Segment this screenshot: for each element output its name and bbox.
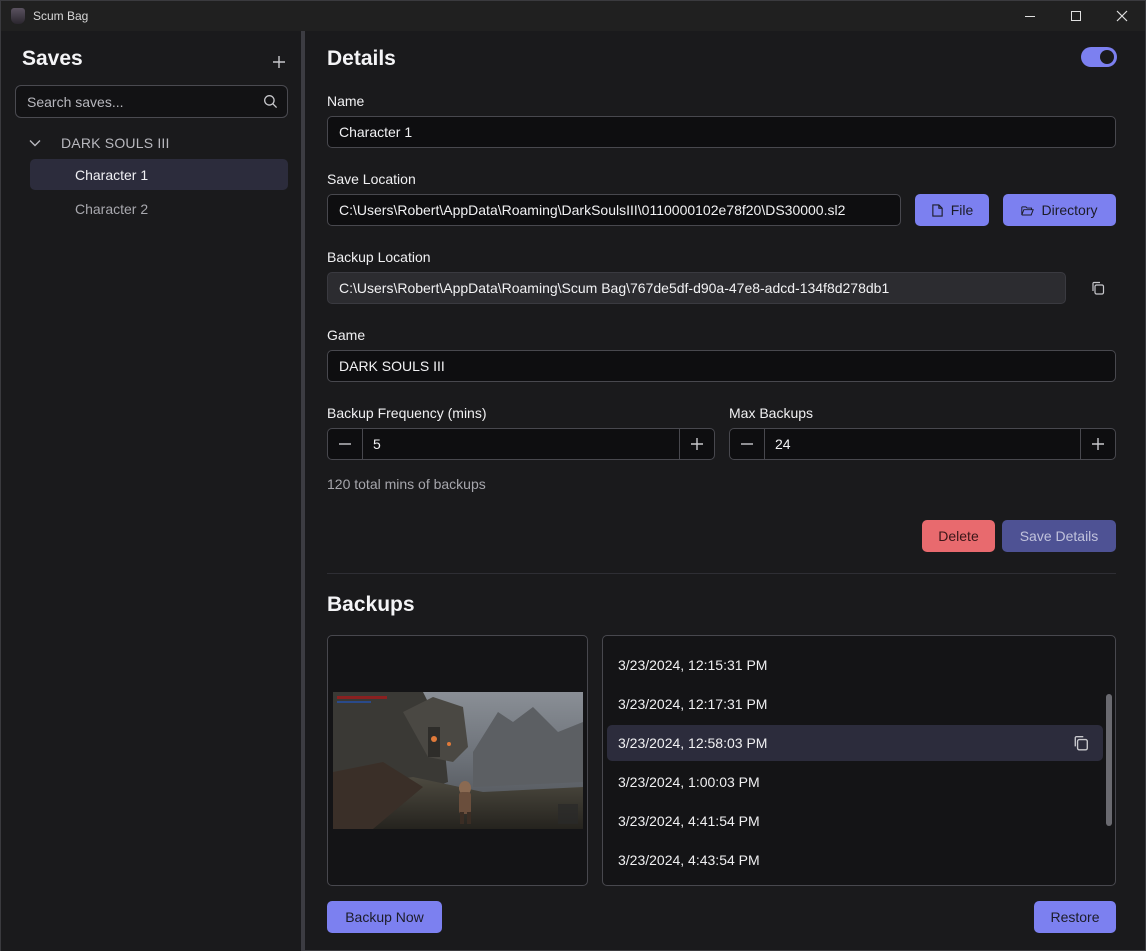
maximize-button[interactable] [1053,1,1099,31]
backup-list-item[interactable]: 3/23/2024, 4:41:54 PM [607,803,1103,839]
backup-list-item[interactable]: 3/23/2024, 12:15:31 PM [607,647,1103,683]
save-details-button[interactable]: Save Details [1002,520,1116,552]
backup-list-item-label: 3/23/2024, 4:41:54 PM [618,813,760,829]
max-backups-increment-button[interactable] [1080,429,1115,459]
tree-game-label: DARK SOULS III [61,135,170,151]
search-input[interactable] [16,86,256,117]
backup-list-item-label: 3/23/2024, 4:43:54 PM [618,852,760,868]
max-backups-stepper: 24 [729,428,1116,460]
save-location-input[interactable]: C:\Users\Robert\AppData\Roaming\DarkSoul… [327,194,901,226]
backup-list-scrollbar[interactable] [1106,694,1112,826]
delete-button[interactable]: Delete [922,520,995,552]
name-label: Name [327,93,365,109]
backup-frequency-input[interactable]: 5 [363,429,679,459]
app-logo-icon [11,8,25,24]
copy-icon[interactable] [1073,735,1089,751]
minimize-button[interactable] [1007,1,1053,31]
file-icon [932,203,943,217]
backups-title: Backups [327,593,415,616]
restore-button[interactable]: Restore [1034,901,1116,933]
sidebar: Saves DARK SOULS III Character 1 Charact… [1,31,301,951]
toggle-knob [1100,50,1114,64]
close-icon [1116,10,1128,22]
search-box [15,85,288,118]
search-icon[interactable] [263,94,278,109]
name-input[interactable]: Character 1 [327,116,1116,148]
file-button[interactable]: File [915,194,989,226]
game-label: Game [327,327,366,343]
add-save-button[interactable] [268,51,290,73]
sidebar-item-character-2[interactable]: Character 2 [30,193,288,224]
window-title: Scum Bag [33,9,89,23]
minus-icon [339,443,351,445]
copy-backup-location-button[interactable] [1088,278,1108,298]
copy-icon [1092,281,1105,295]
close-button[interactable] [1099,1,1145,31]
backup-frequency-stepper: 5 [327,428,715,460]
backup-list-item[interactable]: 3/23/2024, 4:43:54 PM [607,842,1103,878]
title-bar: Scum Bag [1,1,1145,31]
directory-button-label: Directory [1041,202,1098,218]
backup-list-item-selected[interactable]: 3/23/2024, 12:58:03 PM [607,725,1103,761]
backup-list-item[interactable]: 3/23/2024, 1:00:03 PM [607,764,1103,800]
backup-list-item-label: 3/23/2024, 12:15:31 PM [618,657,768,673]
game-input[interactable]: DARK SOULS III [327,350,1116,382]
plus-icon [1092,438,1104,450]
frequency-decrement-button[interactable] [328,429,363,459]
minimize-icon [1025,15,1035,17]
folder-open-icon [1021,205,1035,215]
backup-list-item-label: 3/23/2024, 1:00:03 PM [618,774,760,790]
max-backups-input[interactable]: 24 [765,429,1080,459]
sidebar-title: Saves [22,47,83,70]
chevron-down-icon[interactable] [29,139,41,147]
backup-list-item-label: 3/23/2024, 12:17:31 PM [618,696,768,712]
plus-icon [273,56,285,68]
backup-location-label: Backup Location [327,249,431,265]
backup-list[interactable]: 3/23/2024, 12:15:31 PM 3/23/2024, 12:17:… [602,635,1116,886]
details-toggle[interactable] [1081,47,1117,67]
game-screenshot-image [333,692,583,829]
main-panel: Details Name Character 1 Save Location C… [305,31,1145,951]
details-title: Details [327,47,396,70]
minus-icon [741,443,753,445]
backup-frequency-label: Backup Frequency (mins) [327,405,487,421]
backup-now-button[interactable]: Backup Now [327,901,442,933]
sidebar-item-character-1[interactable]: Character 1 [30,159,288,190]
save-location-label: Save Location [327,171,416,187]
max-backups-decrement-button[interactable] [730,429,765,459]
plus-icon [691,438,703,450]
max-backups-label: Max Backups [729,405,814,421]
frequency-increment-button[interactable] [679,429,714,459]
section-divider [327,573,1116,574]
maximize-icon [1071,11,1081,21]
app-window: Scum Bag Saves DARK SOULS III Character … [0,0,1146,951]
tree-game-dark-souls-iii[interactable]: DARK SOULS III [29,133,170,153]
file-button-label: File [950,202,974,218]
backup-screenshot-image [333,692,583,829]
backup-list-item[interactable]: 3/23/2024, 12:17:31 PM [607,686,1103,722]
backup-list-item-label: 3/23/2024, 12:58:03 PM [618,735,768,751]
backup-location-field: C:\Users\Robert\AppData\Roaming\Scum Bag… [327,272,1066,304]
backup-summary-text: 120 total mins of backups [327,476,486,492]
backup-preview-panel [327,635,588,886]
directory-button[interactable]: Directory [1003,194,1116,226]
